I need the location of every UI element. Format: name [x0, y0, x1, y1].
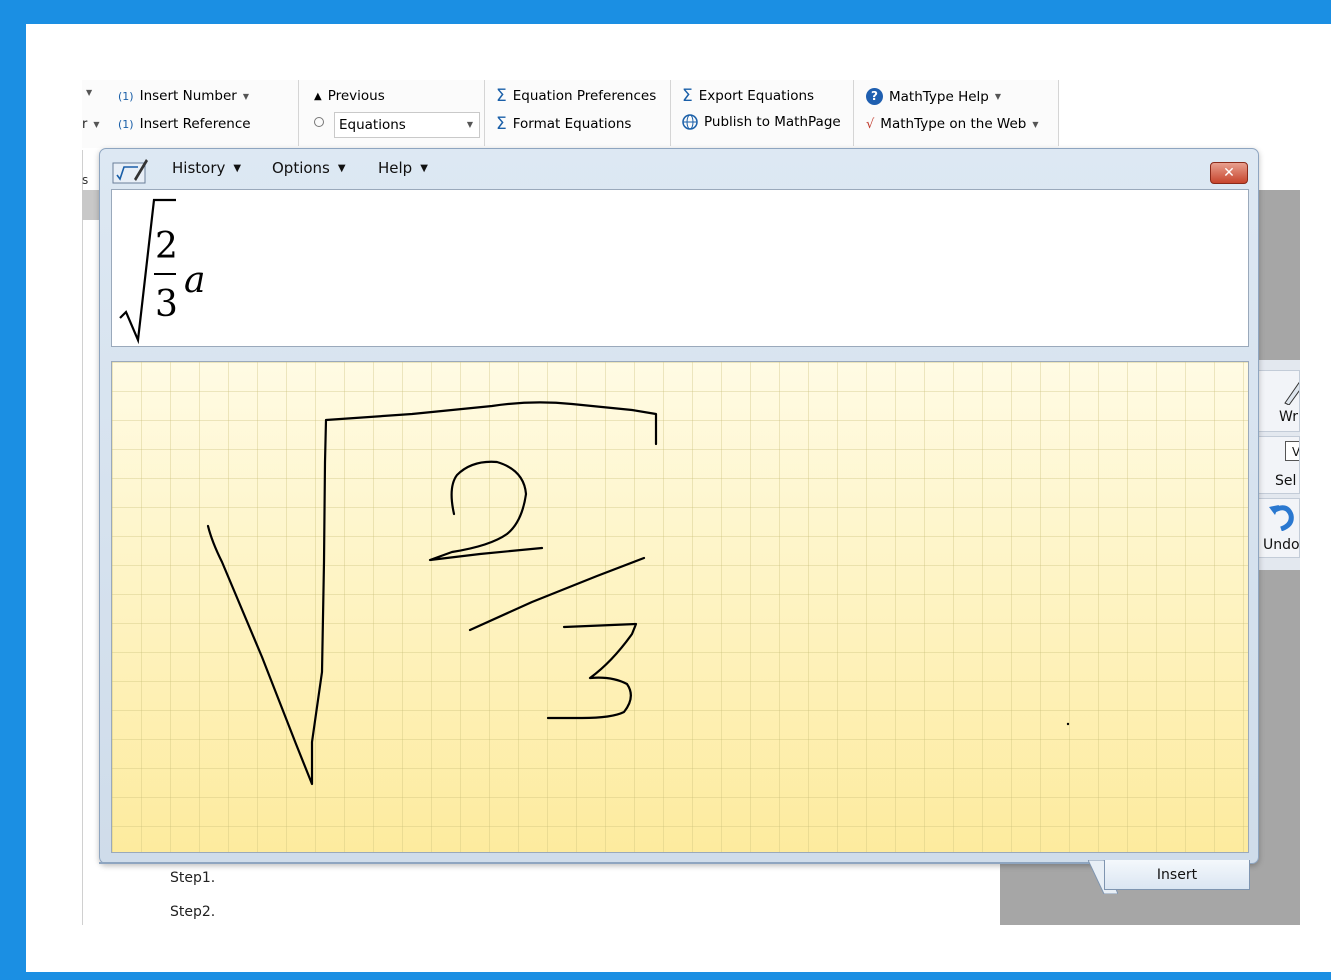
- close-icon: ✕: [1223, 165, 1235, 181]
- select-tool-label: Sel: [1275, 473, 1297, 489]
- previous-label: Previous: [327, 88, 385, 104]
- pen-icon: [1284, 381, 1299, 405]
- format-equations-button[interactable]: Σ Format Equations: [496, 114, 631, 134]
- math-input-app-icon[interactable]: [112, 157, 148, 185]
- help-question-icon: ?: [866, 88, 883, 105]
- chevron-down-icon: ▼: [242, 91, 249, 101]
- rendered-equation: 2 3 a: [119, 198, 205, 345]
- options-menu[interactable]: Options ▼: [272, 159, 346, 177]
- frame-left-border: [0, 0, 26, 980]
- ink-numerator-2: [428, 460, 544, 562]
- globe-icon: [682, 114, 698, 130]
- publish-mathpage-button[interactable]: Publish to MathPage: [682, 114, 841, 130]
- publish-mathpage-label: Publish to MathPage: [704, 114, 841, 130]
- document-margin-line: [82, 150, 83, 925]
- help-menu[interactable]: Help ▼: [378, 159, 428, 177]
- insert-reference-icon: (1): [118, 117, 134, 131]
- previous-button[interactable]: ▲ Previous: [314, 88, 385, 104]
- handwritten-ink: [206, 401, 1070, 786]
- insert-number-icon: (1): [118, 89, 134, 103]
- equations-combobox[interactable]: Equations ▼: [334, 112, 480, 138]
- triangle-down-icon: ▼: [420, 162, 428, 174]
- frame-bottom-border: [0, 972, 1331, 980]
- equations-combo-value: Equations: [339, 117, 406, 133]
- dialog-bottom-edge: [99, 862, 1104, 864]
- dialog-titlebar: History ▼ Options ▼ Help ▼ ✕: [100, 149, 1258, 189]
- frame-top-border: [0, 0, 1331, 24]
- ribbon-separator: [484, 80, 485, 146]
- mathtype-web-icon: √: [866, 116, 875, 132]
- ribbon-separator: [1058, 80, 1059, 146]
- preview-numerator: 2: [155, 226, 178, 267]
- triangle-down-icon: ▼: [233, 162, 242, 174]
- insert-number-label: Insert Number: [139, 88, 237, 104]
- select-box-icon: V: [1285, 441, 1299, 461]
- mathtype-help-label: MathType Help: [889, 88, 989, 105]
- ribbon-separator: [298, 80, 299, 146]
- chevron-down-icon: ▼: [93, 120, 100, 129]
- help-menu-label: Help: [378, 159, 413, 177]
- sigma-format-icon: Σ: [496, 114, 507, 134]
- ink-dot: [1066, 722, 1070, 726]
- export-equations-label: Export Equations: [698, 88, 815, 104]
- document-step-1: Step1.: [170, 870, 216, 886]
- ribbon-separator: [670, 80, 671, 146]
- preview-denominator: 3: [155, 284, 178, 325]
- preview-variable: a: [184, 260, 205, 301]
- triangle-down-icon: ▼: [337, 162, 346, 174]
- chevron-down-icon: ▼: [86, 88, 93, 97]
- write-tool-label: Wr: [1279, 409, 1298, 425]
- ribbon-cut-label: s: [82, 173, 89, 187]
- chevron-down-icon: ▼: [1032, 119, 1039, 129]
- mathtype-help-button[interactable]: ? MathType Help ▼: [866, 88, 1001, 105]
- close-button[interactable]: ✕: [1210, 162, 1248, 184]
- handwriting-canvas[interactable]: [111, 361, 1249, 853]
- write-tool-button[interactable]: Wr: [1258, 370, 1300, 432]
- select-tool-button[interactable]: V Sel: [1258, 436, 1300, 494]
- insert-reference-label: Insert Reference: [139, 116, 251, 132]
- arrow-up-icon: ▲: [314, 90, 322, 102]
- options-menu-label: Options: [272, 159, 330, 177]
- document-ruler-stub: [82, 190, 100, 220]
- sigma-pencil-icon: Σ: [496, 86, 507, 106]
- ribbon-cut-dropdown-1[interactable]: ▼: [86, 88, 92, 97]
- ink-denominator-3: [546, 622, 638, 720]
- ribbon-cut-dropdown-2[interactable]: r ▼: [82, 117, 100, 132]
- history-menu[interactable]: History ▼: [172, 159, 241, 177]
- ink-radical-stroke: [206, 401, 658, 786]
- history-menu-label: History: [172, 159, 226, 177]
- mathtype-web-button[interactable]: √ MathType on the Web ▼: [866, 116, 1039, 132]
- insert-reference-button[interactable]: (1) Insert Reference: [118, 116, 251, 132]
- mathtype-web-label: MathType on the Web: [880, 116, 1027, 132]
- undo-icon: [1269, 505, 1294, 531]
- export-equations-button[interactable]: Σ Export Equations: [682, 86, 814, 106]
- ink-fraction-bar: [468, 556, 646, 632]
- format-equations-label: Format Equations: [512, 116, 632, 132]
- document-step-2: Step2.: [170, 904, 216, 920]
- math-preview-area: 2 3 a: [111, 189, 1249, 347]
- chevron-down-icon: ▼: [466, 120, 473, 129]
- equation-preferences-label: Equation Preferences: [512, 88, 657, 104]
- chevron-down-icon: ▼: [994, 92, 1002, 101]
- undo-button[interactable]: Undo: [1258, 498, 1300, 558]
- insert-button[interactable]: Insert: [1104, 860, 1250, 890]
- equations-radio-icon: [314, 117, 324, 127]
- equation-preferences-button[interactable]: Σ Equation Preferences: [496, 86, 656, 106]
- math-input-dialog: History ▼ Options ▼ Help ▼ ✕ 2 3 a: [99, 148, 1259, 864]
- undo-label: Undo: [1263, 537, 1300, 553]
- ribbon-separator: [853, 80, 854, 146]
- insert-number-button[interactable]: (1) Insert Number ▼: [118, 88, 249, 104]
- sigma-export-icon: Σ: [682, 86, 693, 106]
